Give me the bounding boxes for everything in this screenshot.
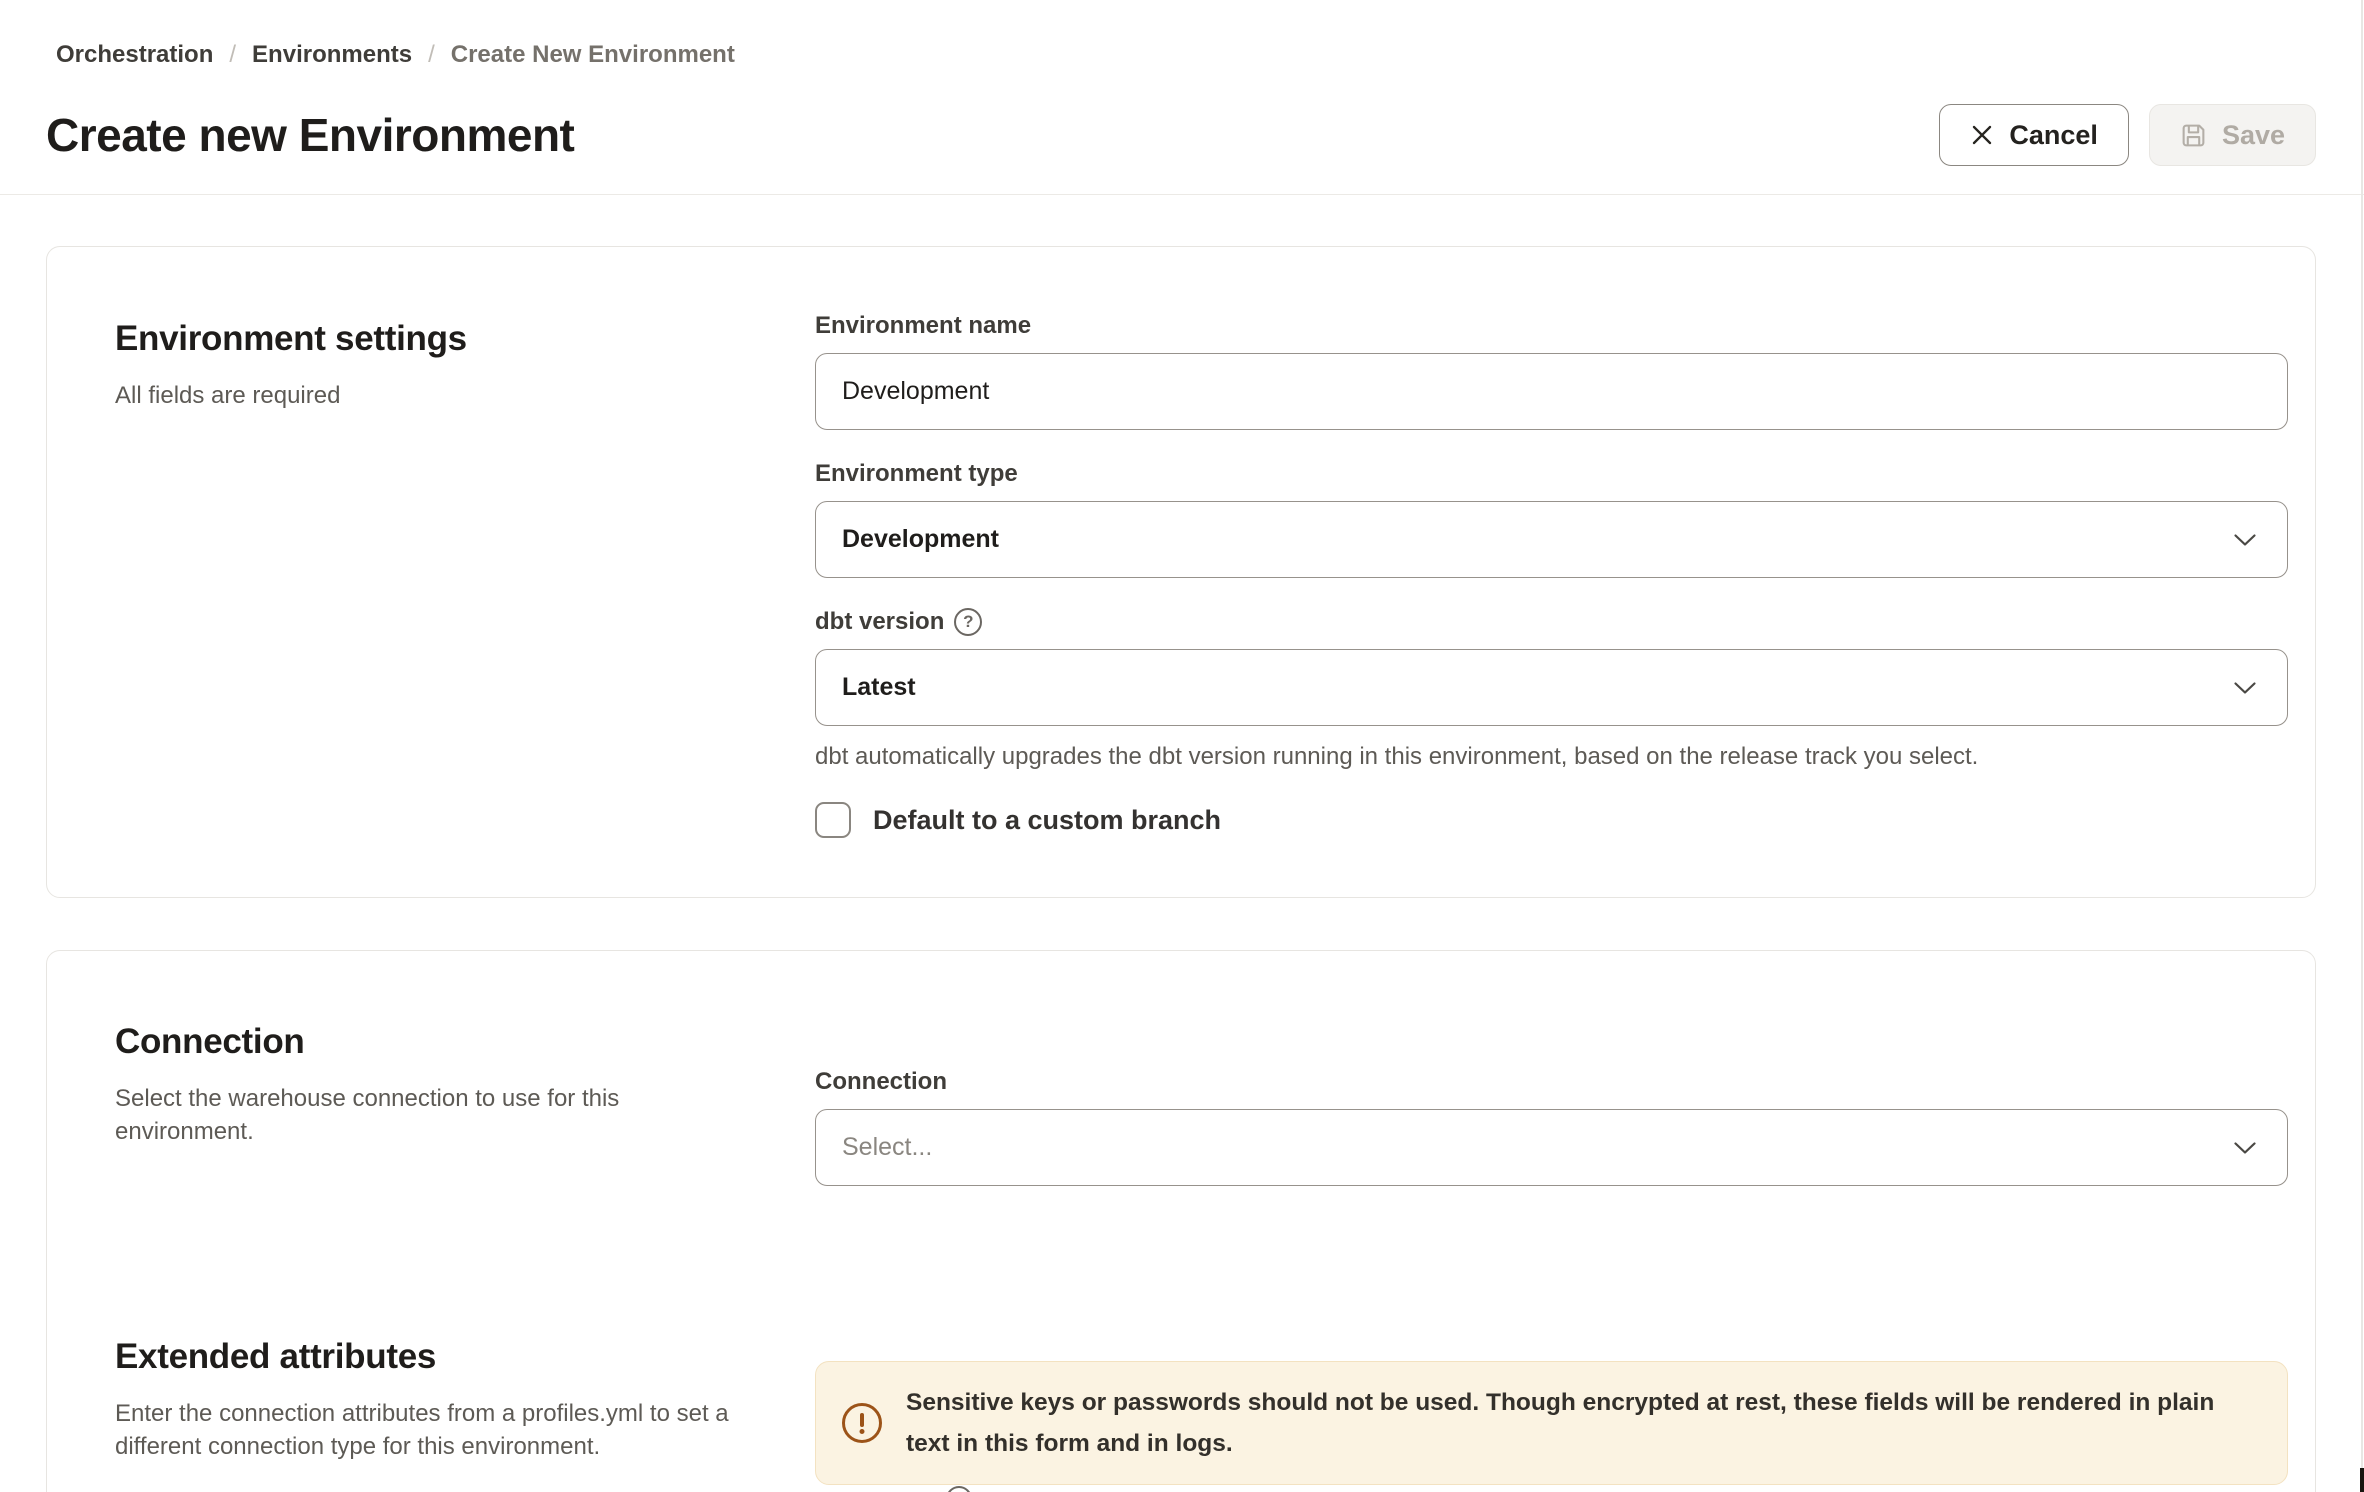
environment-type-value: Development [842, 525, 999, 554]
environment-name-input[interactable] [815, 353, 2288, 430]
extended-attributes-heading: Extended attributes [115, 1335, 775, 1379]
screen-corner-artifact [2360, 1468, 2364, 1492]
warning-icon [842, 1403, 882, 1443]
custom-branch-checkbox[interactable] [815, 802, 851, 838]
dbt-version-label-text: dbt version [815, 607, 944, 637]
environment-type-select[interactable]: Development [815, 501, 2288, 578]
cancel-button[interactable]: Cancel [1939, 104, 2129, 166]
save-label: Save [2222, 120, 2285, 151]
breadcrumb-separator: / [229, 40, 236, 70]
chevron-down-icon [2233, 1141, 2257, 1155]
connection-field-label: Connection [815, 1067, 2288, 1097]
save-icon [2180, 122, 2207, 149]
chevron-down-icon [2233, 533, 2257, 547]
connection-select[interactable]: Select... [815, 1109, 2288, 1186]
dbt-version-select[interactable]: Latest [815, 649, 2288, 726]
breadcrumb-separator: / [428, 40, 435, 70]
environment-type-label: Environment type [815, 459, 2288, 489]
chevron-down-icon [2233, 681, 2257, 695]
breadcrumb: Orchestration / Environments / Create Ne… [0, 0, 2364, 70]
right-edge-divider [2361, 0, 2363, 1492]
environment-name-label: Environment name [815, 311, 2288, 341]
dbt-version-label: dbt version ? [815, 607, 2288, 637]
main-content: Environment settings All fields are requ… [0, 246, 2364, 1492]
environment-settings-card: Environment settings All fields are requ… [46, 246, 2316, 898]
warning-text: Sensitive keys or passwords should not b… [906, 1382, 2253, 1464]
breadcrumb-item-orchestration[interactable]: Orchestration [56, 40, 213, 70]
connection-heading: Connection [115, 1020, 775, 1064]
save-button[interactable]: Save [2149, 104, 2316, 166]
connection-card: Connection Select the warehouse connecti… [46, 950, 2316, 1492]
custom-branch-label: Default to a custom branch [873, 803, 1221, 837]
header-divider [0, 194, 2364, 195]
custom-branch-checkbox-row[interactable]: Default to a custom branch [815, 802, 2288, 838]
help-icon[interactable]: ? [954, 608, 982, 636]
warning-banner: Sensitive keys or passwords should not b… [815, 1361, 2288, 1485]
breadcrumb-item-current: Create New Environment [451, 40, 735, 70]
close-icon [1970, 123, 1994, 147]
page-header: Orchestration / Environments / Create Ne… [0, 0, 2364, 195]
settings-heading: Environment settings [115, 317, 775, 361]
extended-attributes-subtitle: Enter the connection attributes from a p… [115, 1397, 755, 1463]
dbt-version-help-text: dbt automatically upgrades the dbt versi… [815, 742, 2288, 772]
page-title: Create new Environment [46, 107, 574, 163]
header-actions: Cancel Save [1939, 104, 2316, 166]
connection-subtitle: Select the warehouse connection to use f… [115, 1082, 755, 1148]
dbt-version-value: Latest [842, 673, 916, 702]
breadcrumb-item-environments[interactable]: Environments [252, 40, 412, 70]
cancel-label: Cancel [2009, 120, 2098, 151]
settings-subtitle: All fields are required [115, 379, 755, 412]
connection-select-placeholder: Select... [842, 1133, 932, 1162]
